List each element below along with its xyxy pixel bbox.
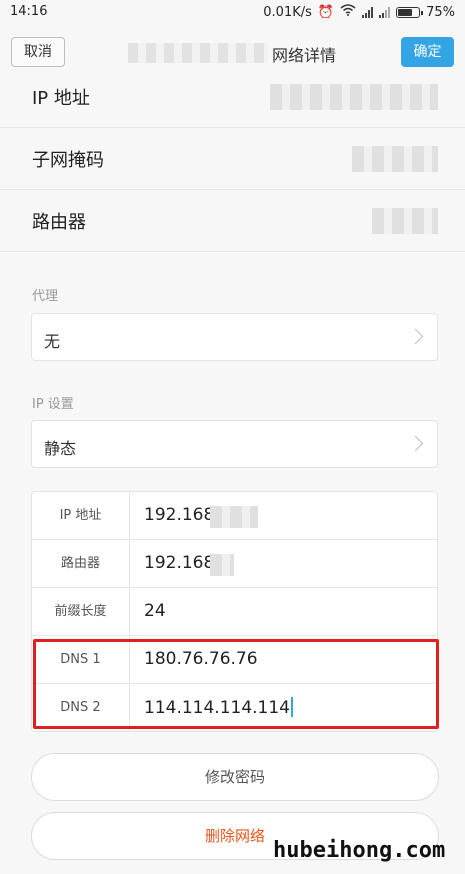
- status-time: 14:16: [10, 4, 48, 19]
- static-key-ip: IP 地址: [32, 492, 130, 539]
- static-row-router[interactable]: 路由器 192.168.: [32, 540, 437, 588]
- proxy-select[interactable]: 无: [31, 313, 438, 361]
- proxy-value: 无: [44, 332, 61, 351]
- static-row-prefix[interactable]: 前缀长度 24: [32, 588, 437, 636]
- battery-fill: [398, 8, 413, 16]
- network-name-blurred: [128, 43, 268, 63]
- network-speed: 0.01K/s: [263, 4, 312, 20]
- alarm-icon: ⏰: [317, 4, 335, 20]
- info-row-router: 路由器: [0, 190, 465, 252]
- static-value-ip[interactable]: 192.168.: [144, 505, 220, 525]
- router-suffix-blurred: [210, 554, 234, 576]
- proxy-section-label: 代理: [32, 289, 59, 304]
- router-text: 192.168.: [144, 553, 220, 573]
- ip-settings-section-label: IP 设置: [32, 397, 74, 412]
- info-label-router: 路由器: [32, 212, 86, 233]
- static-key-prefix: 前缀长度: [32, 588, 130, 635]
- battery-icon: [396, 6, 424, 18]
- ip-text: 192.168.: [144, 505, 220, 525]
- signal-icon-1: [362, 6, 374, 18]
- chevron-right-icon: [407, 435, 424, 452]
- info-row-subnet: 子网掩码: [0, 128, 465, 190]
- info-row-ip: IP 地址: [0, 66, 465, 128]
- static-key-router: 路由器: [32, 540, 130, 587]
- wifi-icon: [340, 4, 356, 20]
- battery-percent: 75%: [426, 4, 455, 20]
- cancel-button[interactable]: 取消: [11, 37, 65, 67]
- dns-highlight-box: [33, 639, 439, 729]
- ip-settings-select[interactable]: 静态: [31, 420, 438, 468]
- ok-button[interactable]: 确定: [401, 37, 454, 67]
- chevron-right-icon: [407, 328, 424, 345]
- static-row-ip[interactable]: IP 地址 192.168.: [32, 492, 437, 540]
- change-password-button[interactable]: 修改密码: [31, 753, 439, 801]
- info-label-ip: IP 地址: [32, 88, 90, 109]
- ip-value-blurred: [270, 84, 438, 110]
- info-label-subnet: 子网掩码: [32, 150, 104, 171]
- static-value-prefix[interactable]: 24: [144, 601, 166, 621]
- status-icons: 0.01K/s ⏰ 75%: [263, 4, 455, 20]
- page-title: 网络详情: [272, 46, 337, 65]
- watermark: hubeihong.com: [273, 838, 446, 863]
- ip-suffix-blurred: [210, 506, 258, 528]
- router-value-blurred: [372, 208, 438, 234]
- status-bar: 14:16 0.01K/s ⏰ 75%: [0, 0, 465, 24]
- static-value-router[interactable]: 192.168.: [144, 553, 220, 573]
- subnet-value-blurred: [352, 146, 438, 172]
- signal-icon-2: [379, 6, 391, 18]
- ip-settings-value: 静态: [44, 439, 77, 458]
